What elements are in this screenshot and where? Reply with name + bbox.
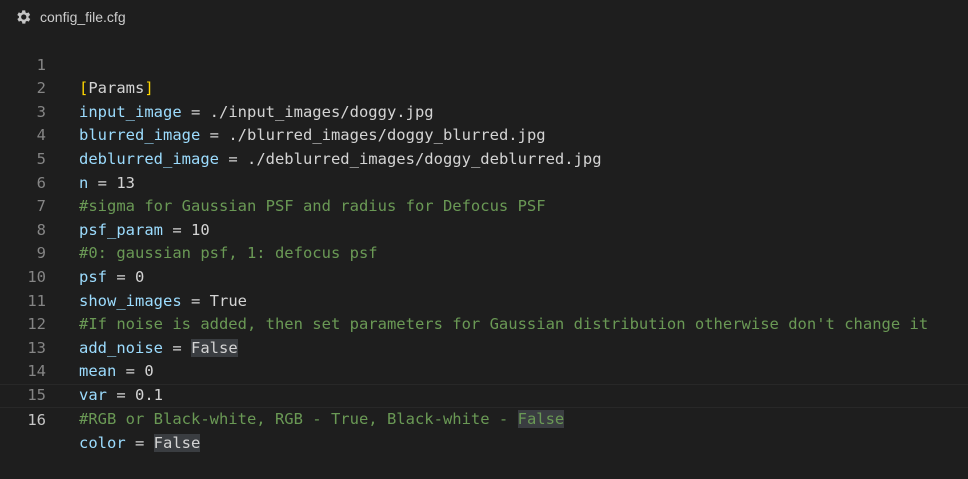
- code-editor[interactable]: 1 [Params] 2 input_image = ./input_image…: [0, 30, 968, 453]
- code-line[interactable]: 6 #sigma for Gaussian PSF and radius for…: [0, 148, 968, 216]
- code-line[interactable]: 4 deblurred_image = ./deblurred_images/d…: [0, 101, 968, 168]
- config-value-highlighted: False: [153, 434, 201, 453]
- code-line[interactable]: 1 [Params]: [0, 30, 968, 98]
- code-line[interactable]: 9 psf = 0: [0, 219, 968, 286]
- config-key: color: [79, 434, 126, 453]
- code-line-current[interactable]: 16 color = False: [0, 384, 968, 453]
- assign-operator: =: [125, 434, 154, 453]
- editor-tab-bar: config_file.cfg: [0, 0, 968, 30]
- gear-icon: [17, 10, 31, 24]
- code-line[interactable]: 8 #0: gaussian psf, 1: defocus psf: [0, 195, 968, 263]
- line-number: 16: [27, 410, 46, 429]
- tab-filename: config_file.cfg: [40, 9, 126, 25]
- code-line[interactable]: 3 blurred_image = ./blurred_images/doggy…: [0, 77, 968, 145]
- comment-highlighted-word: False: [517, 409, 565, 428]
- code-line[interactable]: 13 mean = 0: [0, 313, 968, 381]
- code-line[interactable]: 14 var = 0.1: [0, 337, 968, 404]
- code-line[interactable]: 2 input_image = ./input_images/doggy.jpg: [0, 54, 968, 121]
- code-line[interactable]: 11 #If noise is added, then set paramete…: [0, 266, 968, 334]
- line-content: color = False: [79, 432, 201, 456]
- line-content: #RGB or Black-white, RGB - True, Black-w…: [79, 408, 565, 432]
- comment: #RGB or Black-white, RGB - True, Black-w…: [79, 409, 518, 428]
- code-line[interactable]: 12 add_noise = False: [0, 290, 968, 357]
- code-line[interactable]: 5 n = 13: [0, 124, 968, 192]
- code-line[interactable]: 7 psf_param = 10: [0, 172, 968, 239]
- tab-config-file[interactable]: config_file.cfg: [14, 7, 126, 27]
- code-line[interactable]: 15 #RGB or Black-white, RGB - True, Blac…: [0, 360, 968, 428]
- code-line[interactable]: 10 show_images = True: [0, 242, 968, 310]
